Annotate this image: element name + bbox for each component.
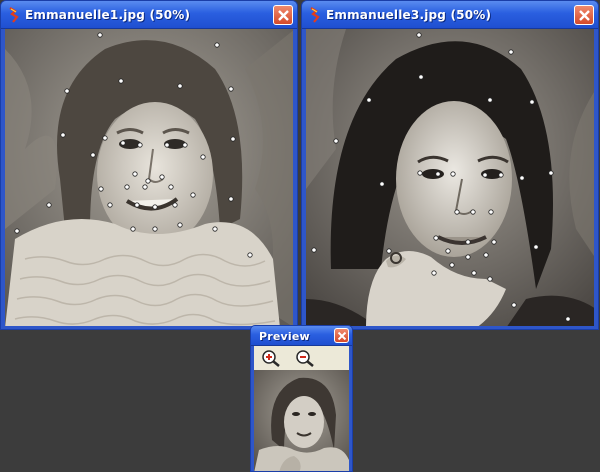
image-canvas-left[interactable] xyxy=(5,29,293,326)
photo-preview xyxy=(254,370,349,471)
close-icon xyxy=(337,331,347,341)
preview-window[interactable]: Preview xyxy=(250,325,353,472)
window-title: Emmanuelle1.jpg (50%) xyxy=(25,8,191,22)
zoom-in-icon xyxy=(262,350,280,367)
window-title: Emmanuelle3.jpg (50%) xyxy=(326,8,492,22)
preview-title: Preview xyxy=(259,330,310,343)
preview-close-button[interactable] xyxy=(334,328,349,343)
image-window-left[interactable]: Emmanuelle1.jpg (50%) xyxy=(0,0,298,330)
preview-toolbar xyxy=(254,346,349,370)
image-window-right[interactable]: Emmanuelle3.jpg (50%) xyxy=(301,0,599,330)
image-canvas-right[interactable] xyxy=(306,29,594,326)
photo-child xyxy=(5,29,293,326)
app-icon xyxy=(308,7,322,23)
close-icon xyxy=(278,10,289,21)
zoom-out-button[interactable] xyxy=(294,349,316,367)
zoom-out-icon xyxy=(296,350,314,367)
photo-woman xyxy=(306,29,594,326)
close-button[interactable] xyxy=(574,5,594,25)
app-icon xyxy=(7,7,21,23)
close-icon xyxy=(579,10,590,21)
close-button[interactable] xyxy=(273,5,293,25)
zoom-in-button[interactable] xyxy=(260,349,282,367)
window-titlebar[interactable]: Emmanuelle3.jpg (50%) xyxy=(302,1,598,29)
preview-image xyxy=(254,370,349,471)
preview-titlebar[interactable]: Preview xyxy=(251,326,352,346)
window-titlebar[interactable]: Emmanuelle1.jpg (50%) xyxy=(1,1,297,29)
